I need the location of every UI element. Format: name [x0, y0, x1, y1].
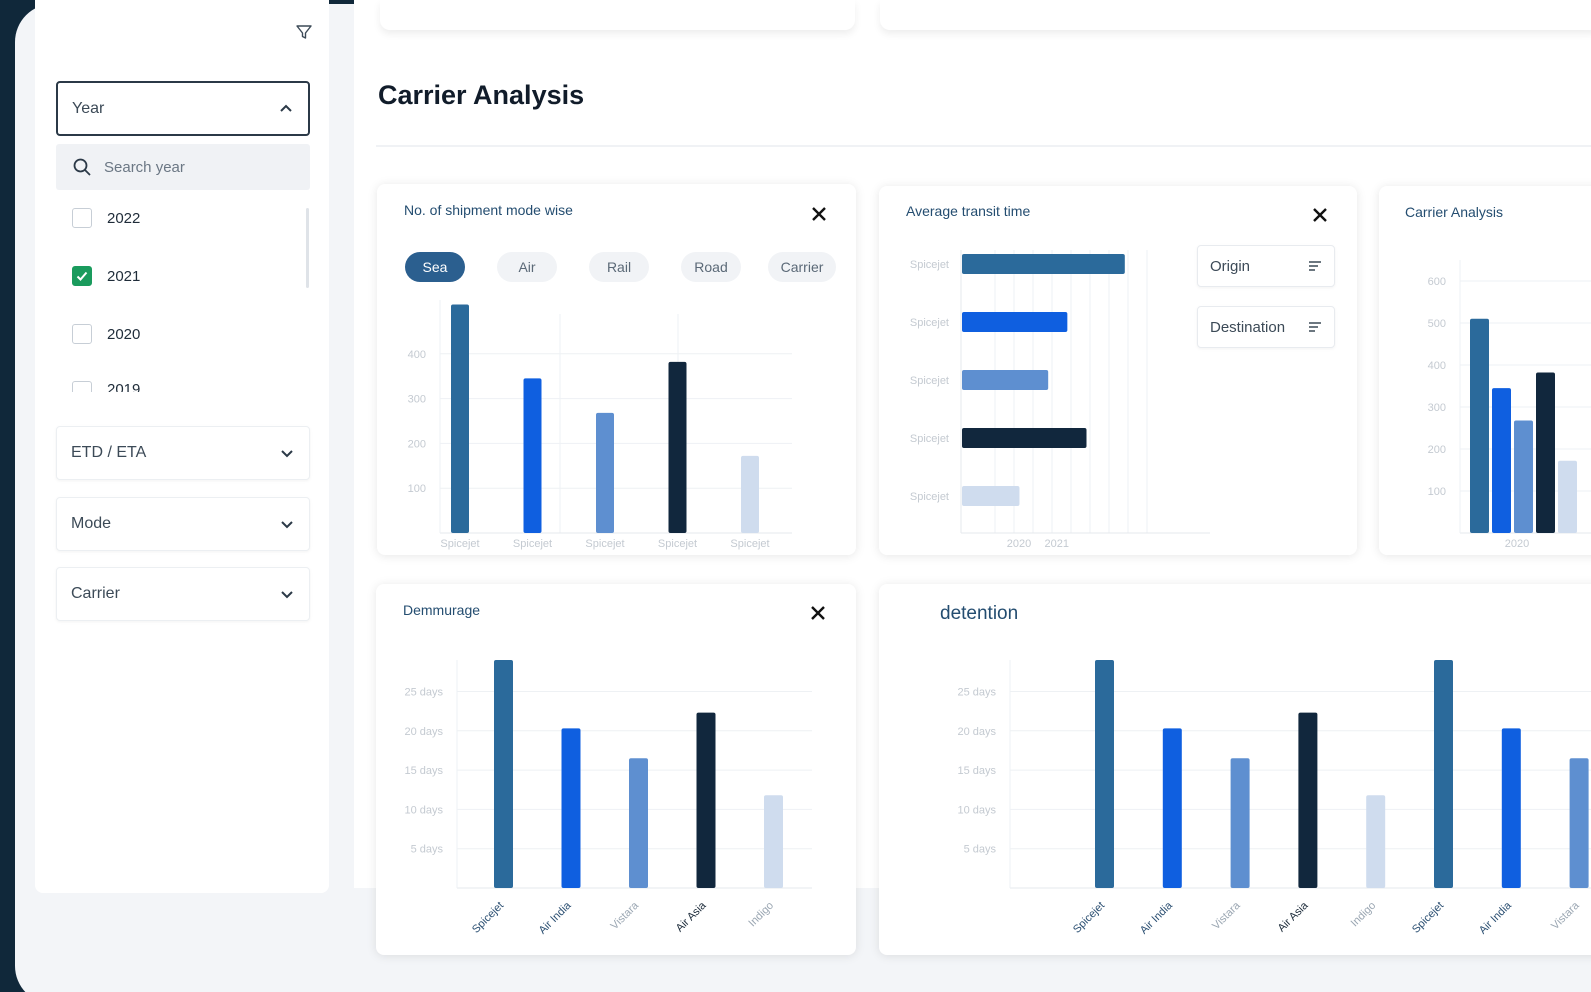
detention-bar — [1095, 660, 1114, 888]
detention-x-tick: Air India — [1138, 899, 1176, 937]
transit-bar — [962, 428, 1087, 448]
carrier-bar — [1470, 318, 1489, 533]
detention-x-tick: Spicejet — [1410, 900, 1446, 936]
carrier-y-tick: 300 — [1428, 402, 1446, 414]
shipment-y-tick: 400 — [408, 349, 426, 361]
carrier-y-tick: 400 — [1428, 360, 1446, 372]
shipment-x-tick: Spicejet — [658, 538, 697, 550]
transit-x-tick: 2020 — [1007, 538, 1031, 550]
transit-y-tick: Spicejet — [910, 375, 949, 387]
detention-bar — [1162, 728, 1182, 888]
transit-y-tick: Spicejet — [910, 433, 949, 445]
shipment-bar — [451, 304, 469, 533]
demurrage-y-tick: 20 days — [404, 726, 443, 738]
detention-y-tick: 5 days — [964, 844, 997, 856]
carrier-bar — [1558, 460, 1577, 533]
shipment-y-tick: 200 — [408, 438, 426, 450]
transit-y-tick: Spicejet — [910, 317, 949, 329]
shipment-y-tick: 100 — [408, 483, 426, 495]
carrier-y-tick: 500 — [1428, 318, 1446, 330]
demurrage-x-tick: Spicejet — [470, 900, 506, 936]
shipment-x-tick: Spicejet — [730, 538, 769, 550]
demurrage-y-tick: 10 days — [404, 804, 443, 816]
detention-bar — [1298, 712, 1318, 888]
shipment-bar — [596, 412, 614, 533]
demurrage-bar — [561, 728, 581, 888]
demurrage-bar — [494, 660, 513, 888]
detention-bar — [1569, 758, 1589, 888]
transit-x-tick: 2021 — [1045, 538, 1069, 550]
detention-x-tick: Air India — [1477, 899, 1515, 937]
transit-y-tick: Spicejet — [910, 491, 949, 503]
detention-y-tick: 10 days — [957, 804, 996, 816]
detention-y-tick: 15 days — [957, 765, 996, 777]
demurrage-x-tick: Vistara — [609, 899, 642, 932]
detention-y-tick: 25 days — [957, 686, 996, 698]
carrier-x-tick: 2020 — [1505, 538, 1529, 550]
detention-x-tick: Air Asia — [1276, 899, 1311, 934]
detention-x-tick: Spicejet — [1071, 900, 1107, 936]
transit-bar — [962, 312, 1068, 332]
shipment-x-tick: Spicejet — [440, 538, 479, 550]
shipment-bar — [523, 378, 542, 533]
demurrage-x-tick: Air India — [537, 899, 575, 937]
carrier-y-tick: 100 — [1428, 486, 1446, 498]
demurrage-y-tick: 5 days — [411, 844, 444, 856]
demurrage-bar — [764, 795, 783, 888]
demurrage-y-tick: 15 days — [404, 765, 443, 777]
carrier-bar — [1536, 372, 1555, 533]
carrier-y-tick: 200 — [1428, 444, 1446, 456]
demurrage-y-tick: 25 days — [404, 686, 443, 698]
shipment-x-tick: Spicejet — [585, 538, 624, 550]
detention-bar — [1230, 758, 1250, 888]
transit-bar — [962, 370, 1049, 390]
demurrage-x-tick: Air Asia — [674, 899, 709, 934]
carrier-bar — [1514, 420, 1533, 533]
detention-x-tick: Indigo — [1349, 900, 1379, 930]
carrier-bar — [1492, 388, 1511, 533]
charts-layer: 100 200 300 400 Spicejet Spicejet Spicejet Spic… — [404, 250, 1591, 937]
demurrage-x-tick: Indigo — [746, 900, 776, 930]
detention-bar — [1501, 728, 1521, 888]
detention-x-tick: Vistara — [1210, 899, 1243, 932]
transit-bar — [962, 486, 1020, 506]
detention-y-tick: 20 days — [957, 726, 996, 738]
shipment-bar — [668, 361, 687, 533]
transit-y-tick: Spicejet — [910, 259, 949, 271]
transit-bar — [962, 254, 1125, 274]
shipment-y-tick: 300 — [408, 394, 426, 406]
demurrage-bar — [629, 758, 648, 888]
detention-bar — [1366, 795, 1386, 888]
detention-x-tick: Vistara — [1549, 899, 1582, 932]
shipment-x-tick: Spicejet — [513, 538, 552, 550]
detention-bar — [1434, 660, 1453, 888]
carrier-y-tick: 600 — [1428, 276, 1446, 288]
demurrage-bar — [696, 712, 716, 888]
shipment-bar — [741, 455, 759, 533]
